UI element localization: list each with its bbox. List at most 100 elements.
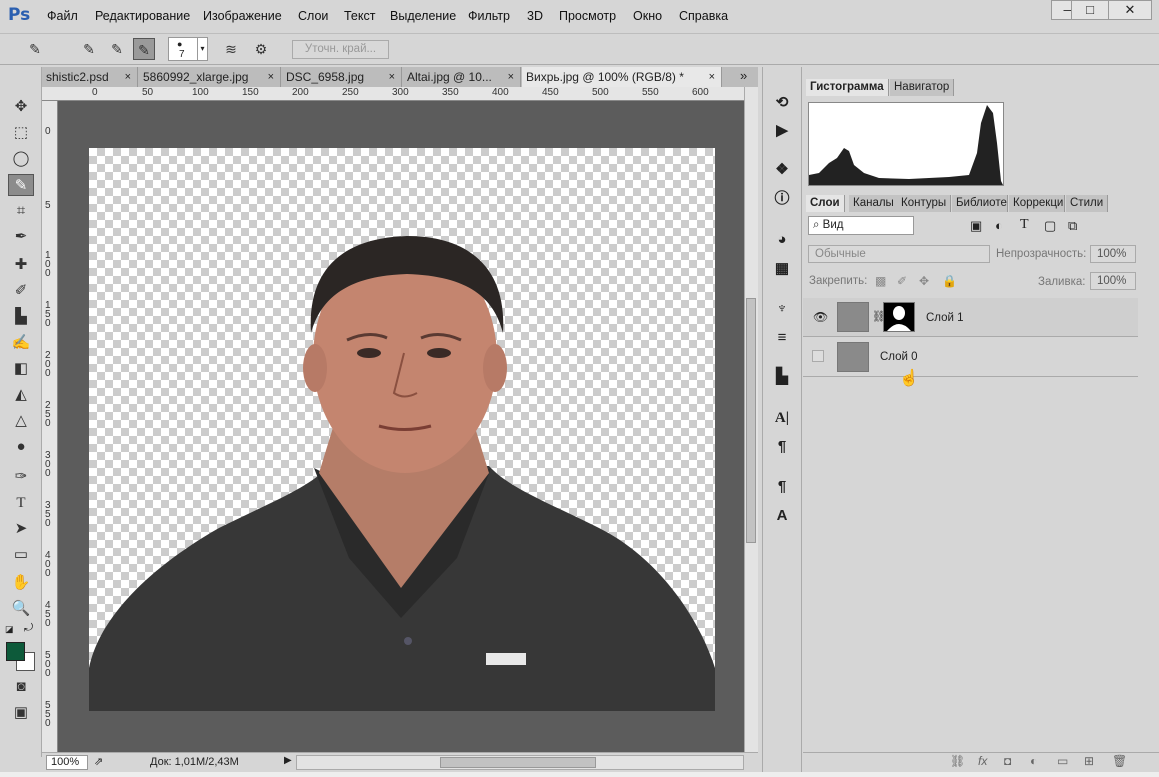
close-icon[interactable]: × — [709, 67, 715, 87]
swap-colors-icon[interactable]: ⤾ — [24, 622, 33, 635]
tab-shistic2[interactable]: shistic2.psd × — [42, 67, 138, 87]
healing-brush-tool-icon[interactable]: ✚ — [8, 254, 34, 276]
delete-layer-icon[interactable]: 🗑 — [1112, 754, 1127, 768]
horizontal-scroll-thumb[interactable] — [440, 757, 596, 768]
close-icon[interactable]: × — [268, 67, 274, 87]
zoom-input[interactable]: 100% — [46, 755, 88, 770]
close-icon[interactable]: × — [389, 67, 395, 87]
tab-altai[interactable]: Altai.jpg @ 10... × — [403, 67, 521, 87]
actions-play-icon[interactable]: ▶ — [770, 120, 794, 142]
layer-filter-kind[interactable]: ⌕ Вид — [808, 216, 914, 235]
menu-select[interactable]: Выделение — [390, 9, 456, 23]
blend-mode-select[interactable]: Обычные — [808, 245, 990, 263]
vertical-scroll-thumb[interactable] — [746, 298, 756, 543]
paragraph-styles-icon[interactable]: ¶ — [770, 476, 794, 498]
history-icon[interactable]: ⟲ — [770, 92, 794, 114]
menu-image[interactable]: Изображение — [203, 9, 282, 23]
menu-window[interactable]: Окно — [633, 9, 662, 23]
layer-row[interactable]: 👁 ⛓ Слой 1 — [803, 298, 1138, 337]
status-menu-arrow-icon[interactable]: ▶ — [284, 755, 292, 766]
filter-adjustment-icon[interactable]: ◐ — [995, 218, 1003, 233]
eraser-tool-icon[interactable]: ◧ — [8, 358, 34, 380]
menu-filter[interactable]: Фильтр — [468, 9, 510, 23]
add-mask-icon[interactable]: ◘ — [1004, 754, 1011, 768]
document-canvas[interactable] — [89, 148, 715, 711]
layer-row[interactable]: Слой 0 ☝ — [803, 338, 1138, 387]
filter-smart-object-icon[interactable]: ⧉ — [1068, 218, 1077, 234]
tab-channels[interactable]: Каналы — [849, 195, 899, 212]
layer-mask-thumbnail[interactable] — [883, 302, 915, 332]
filter-shape-icon[interactable]: ▢ — [1044, 218, 1056, 234]
clone-stamp-tool-icon[interactable]: ▙ — [8, 306, 34, 328]
brush-presets-icon[interactable]: ≡ — [770, 327, 794, 349]
lasso-tool-icon[interactable]: ◯ — [8, 148, 34, 170]
subtract-selection-icon[interactable]: ✎ — [133, 38, 155, 60]
adjustment-layer-icon[interactable]: ◐ — [1030, 754, 1037, 768]
brush-tool-icon[interactable]: ✐ — [8, 280, 34, 302]
opacity-input[interactable]: 100% — [1090, 245, 1136, 263]
swatches-icon[interactable]: ▦ — [770, 258, 794, 280]
filter-pixel-icon[interactable]: ▣ — [970, 218, 982, 234]
visibility-toggle[interactable] — [812, 350, 824, 362]
tab-5860992[interactable]: 5860992_xlarge.jpg × — [139, 67, 281, 87]
tab-dsc6958[interactable]: DSC_6958.jpg × — [282, 67, 402, 87]
paint-bucket-tool-icon[interactable]: ◭ — [8, 384, 34, 406]
tab-styles[interactable]: Стили — [1066, 195, 1109, 212]
new-selection-icon[interactable]: ✎ — [78, 38, 100, 60]
menu-layers[interactable]: Слои — [298, 9, 328, 23]
menu-type[interactable]: Текст — [344, 9, 375, 23]
close-icon[interactable]: × — [125, 67, 131, 87]
lock-position-icon[interactable]: ✥ — [919, 274, 929, 288]
screen-mode-icon[interactable]: ▣ — [8, 702, 34, 724]
tab-histogram[interactable]: Гистограмма — [806, 79, 889, 96]
character-icon[interactable]: A| — [770, 407, 794, 429]
type-tool-icon[interactable]: T — [8, 492, 34, 514]
rectangle-tool-icon[interactable]: ▭ — [8, 544, 34, 566]
close-button[interactable]: ✕ — [1108, 0, 1152, 20]
quick-selection-tool-icon[interactable]: ✎ — [8, 174, 34, 196]
menu-file[interactable]: Файл — [47, 9, 78, 23]
tab-adjustments[interactable]: Коррекци — [1009, 195, 1065, 212]
quick-select-preset-icon[interactable]: ✎ — [24, 38, 46, 60]
link-layers-icon[interactable]: ⛓ — [950, 754, 965, 768]
menu-3d[interactable]: 3D — [527, 9, 543, 23]
tab-paths[interactable]: Контуры — [897, 195, 952, 212]
hand-tool-icon[interactable]: ✋ — [8, 572, 34, 594]
3d-icon[interactable]: ❖ — [770, 159, 794, 181]
tab-vikhr[interactable]: Вихрь.jpg @ 100% (RGB/8) * × — [522, 67, 722, 87]
color-icon[interactable]: ◕ — [770, 229, 794, 251]
marquee-tool-icon[interactable]: ⬚ — [8, 122, 34, 144]
menu-view[interactable]: Просмотр — [559, 9, 616, 23]
lock-transparent-icon[interactable]: ▩ — [875, 274, 886, 288]
tab-navigator[interactable]: Навигатор — [890, 79, 955, 96]
brush-size-picker[interactable]: ● 7 ▾ — [168, 37, 208, 61]
move-tool-icon[interactable]: ✥ — [8, 96, 34, 118]
maximize-button[interactable]: □ — [1071, 0, 1109, 20]
new-group-icon[interactable]: ▭ — [1057, 754, 1068, 768]
info-icon[interactable]: ⓘ — [770, 188, 794, 210]
export-icon[interactable]: ⇗ — [94, 755, 103, 768]
history-brush-tool-icon[interactable]: ✍ — [8, 332, 34, 354]
path-selection-tool-icon[interactable]: ➤ — [8, 518, 34, 540]
default-colors-icon[interactable]: ◪ — [5, 624, 14, 635]
tab-layers[interactable]: Слои — [806, 195, 845, 212]
zoom-tool-icon[interactable]: 🔍 — [8, 598, 34, 620]
tab-overflow-icon[interactable]: » — [740, 68, 747, 83]
pen-tool-icon[interactable]: ✑ — [8, 466, 34, 488]
layer-style-icon[interactable]: fx — [978, 754, 987, 768]
add-to-selection-icon[interactable]: ✎ — [106, 38, 128, 60]
tab-libraries[interactable]: Библиоте — [952, 195, 1008, 212]
lock-all-icon[interactable]: 🔒 — [942, 274, 957, 288]
new-layer-icon[interactable]: ⊞ — [1084, 754, 1094, 768]
lock-image-icon[interactable]: ✐ — [897, 274, 907, 288]
paragraph-icon[interactable]: ¶ — [770, 436, 794, 458]
crop-tool-icon[interactable]: ⌗ — [8, 200, 34, 222]
character-styles-icon[interactable]: A — [770, 505, 794, 527]
close-icon[interactable]: × — [508, 67, 514, 87]
clone-source-icon[interactable]: ▙ — [770, 366, 794, 388]
brushes-icon[interactable]: ♆ — [770, 298, 794, 320]
eye-icon[interactable]: 👁 — [813, 310, 828, 324]
fill-input[interactable]: 100% — [1090, 272, 1136, 290]
dodge-tool-icon[interactable]: ● — [8, 436, 34, 458]
filter-type-icon[interactable]: T — [1020, 217, 1029, 233]
